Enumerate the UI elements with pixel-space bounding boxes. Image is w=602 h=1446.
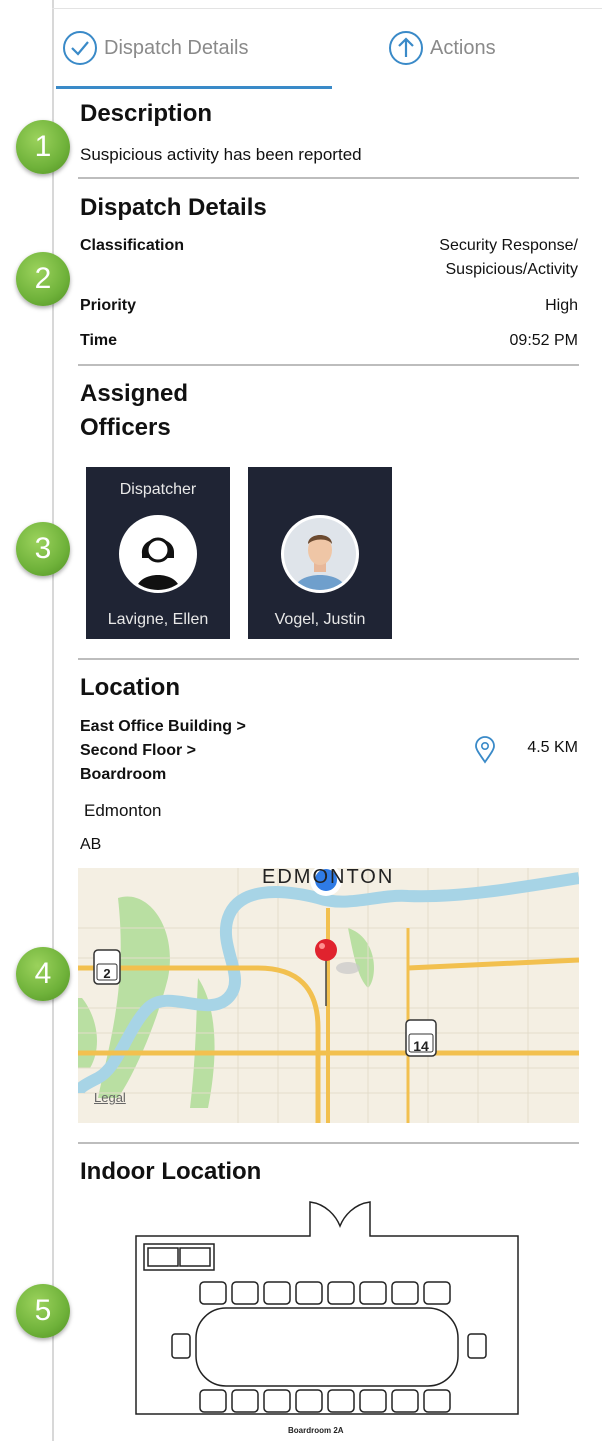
arrow-up-circle-icon xyxy=(389,31,423,65)
officer-role: Dispatcher xyxy=(119,481,197,498)
avatar-placeholder-icon xyxy=(119,515,197,593)
time-label: Time xyxy=(80,332,118,349)
assigned-officers-heading-line1: Assigned xyxy=(80,380,189,407)
tab-dispatch-details-label: Dispatch Details xyxy=(104,36,249,59)
location-path-line2: Second Floor > xyxy=(80,742,197,759)
location-map[interactable]: EDMONTON 2 14 Legal xyxy=(78,868,579,1123)
officer-name: Lavigne, Ellen xyxy=(107,611,209,628)
classification-value-line2: Suspicious/Activity xyxy=(445,261,579,278)
location-pin-icon xyxy=(475,736,495,764)
tab-actions-label: Actions xyxy=(430,36,496,59)
distance-value: 4.5 KM xyxy=(527,739,578,756)
check-circle-icon xyxy=(63,31,97,65)
chair xyxy=(391,1389,419,1413)
assigned-officers-heading-line2: Officers xyxy=(80,414,171,441)
chair xyxy=(327,1281,355,1305)
section-divider xyxy=(78,1142,579,1144)
section-divider xyxy=(78,177,579,179)
chair xyxy=(359,1281,387,1305)
description-heading: Description xyxy=(80,100,213,127)
description-text: Suspicious activity has been reported xyxy=(80,145,362,164)
location-heading: Location xyxy=(80,674,180,701)
priority-label: Priority xyxy=(80,297,137,314)
classification-label: Classification xyxy=(80,237,185,254)
classification-value-line1: Security Response/ xyxy=(439,237,578,254)
section-divider xyxy=(78,364,579,366)
chair xyxy=(231,1281,259,1305)
selected-tab-indicator xyxy=(56,86,332,89)
officer-card-vogel[interactable]: Vogel, Justin xyxy=(248,467,392,639)
officer-photo xyxy=(281,515,359,593)
step-marker-1: 1 xyxy=(16,120,70,174)
route-14-label: 14 xyxy=(413,1038,429,1054)
step-marker-5: 5 xyxy=(16,1284,70,1338)
step-marker-3: 3 xyxy=(16,522,70,576)
city: Edmonton xyxy=(84,801,162,820)
officer-name: Vogel, Justin xyxy=(274,611,366,628)
dispatch-details-heading: Dispatch Details xyxy=(80,194,267,221)
step-marker-2: 2 xyxy=(16,252,70,306)
chair xyxy=(391,1281,419,1305)
chair xyxy=(359,1389,387,1413)
map-city-label: EDMONTON xyxy=(262,868,395,888)
section-divider xyxy=(78,658,579,660)
chair xyxy=(295,1281,323,1305)
chair xyxy=(199,1389,227,1413)
priority-value: High xyxy=(545,297,578,314)
chair xyxy=(263,1281,291,1305)
chair xyxy=(423,1389,451,1413)
indoor-location-heading: Indoor Location xyxy=(80,1158,262,1185)
time-value: 09:52 PM xyxy=(509,332,578,349)
tab-dispatch-details[interactable]: Dispatch Details xyxy=(62,26,249,70)
chair xyxy=(295,1389,323,1413)
step-marker-4: 4 xyxy=(16,947,70,1001)
room-label: Boardroom 2A xyxy=(288,1426,344,1435)
chair xyxy=(327,1389,355,1413)
location-path-line1: East Office Building > xyxy=(80,718,246,735)
left-rail xyxy=(52,0,54,1441)
location-path-line3: Boardroom xyxy=(80,766,167,783)
top-border xyxy=(52,8,602,9)
chair xyxy=(263,1389,291,1413)
tab-actions[interactable]: Actions xyxy=(388,26,496,70)
route-2-label: 2 xyxy=(103,966,111,981)
chair xyxy=(423,1281,451,1305)
chair xyxy=(199,1281,227,1305)
indoor-floor-plan[interactable]: Boardroom 2A xyxy=(78,1196,579,1441)
chair xyxy=(231,1389,259,1413)
map-legal-link[interactable]: Legal xyxy=(94,1090,126,1105)
officer-card-dispatcher[interactable]: Dispatcher Lavigne, Ellen xyxy=(86,467,230,639)
province: AB xyxy=(80,836,102,853)
